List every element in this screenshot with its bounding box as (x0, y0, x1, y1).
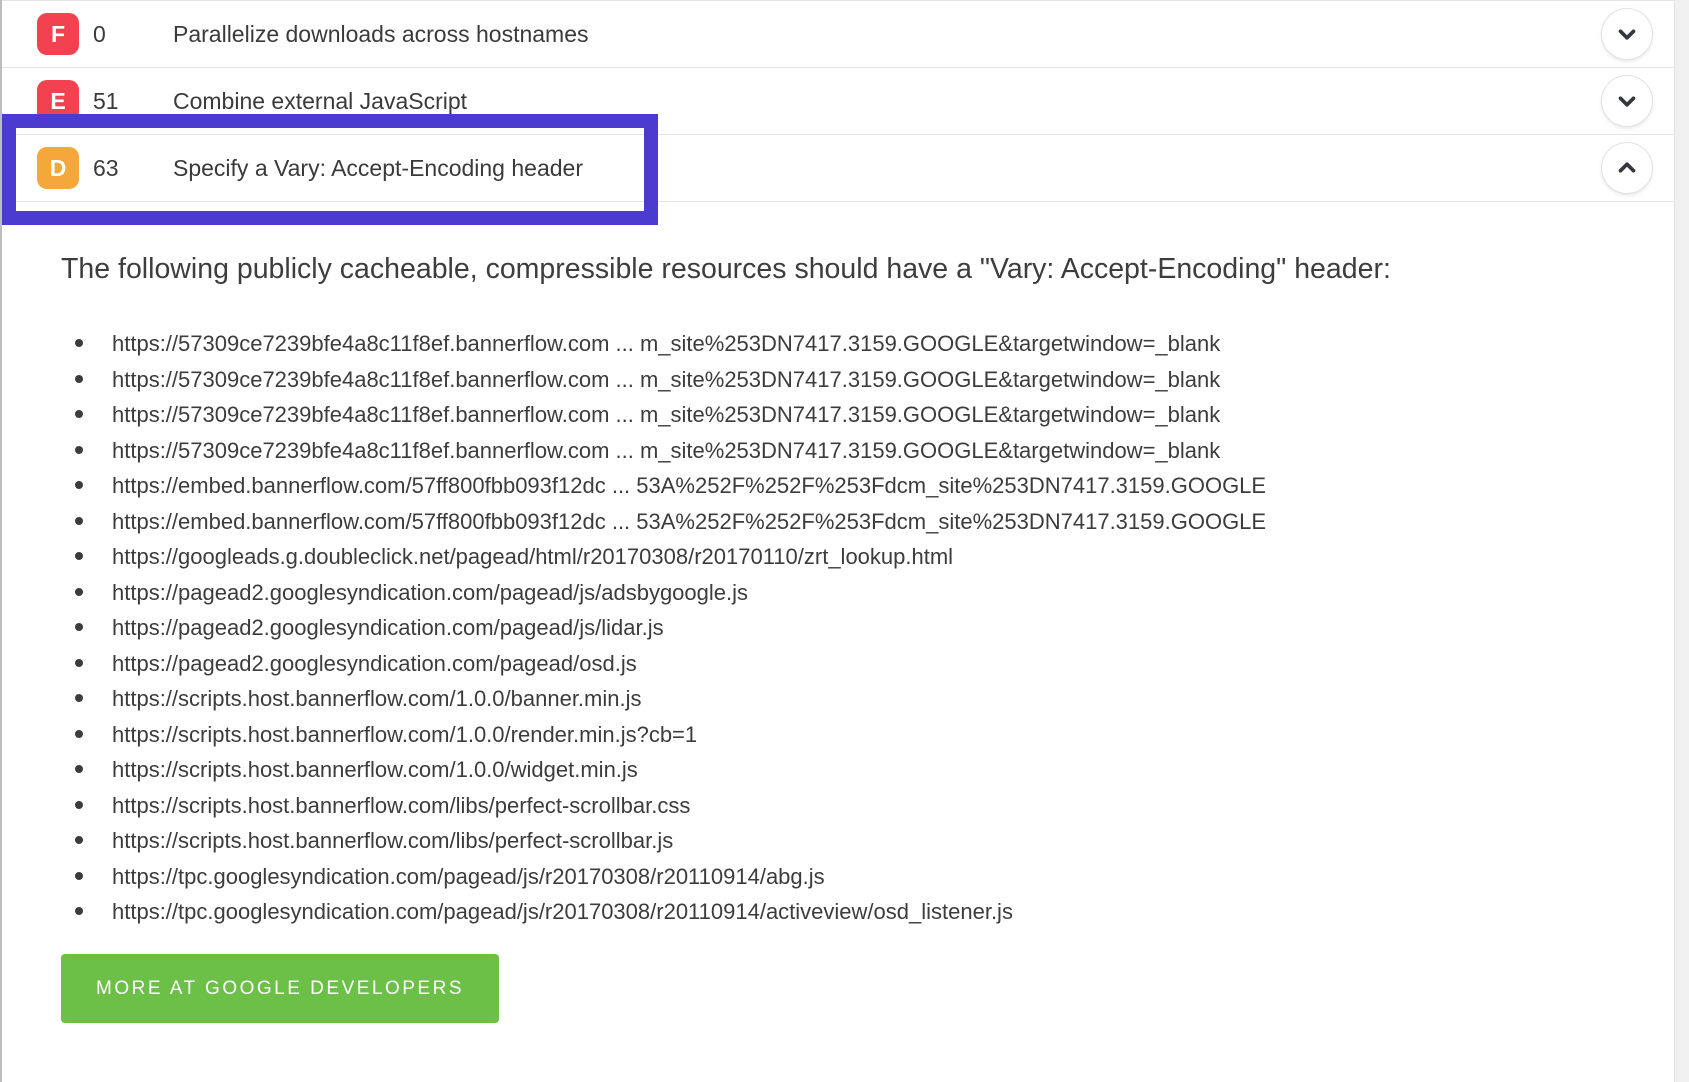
chevron-down-icon (1614, 21, 1640, 47)
grade-badge: F (37, 13, 79, 55)
more-at-google-developers-button[interactable]: MORE AT GOOGLE DEVELOPERS (61, 954, 499, 1023)
rule-row-parallelize-downloads[interactable]: F 0 Parallelize downloads across hostnam… (0, 1, 1689, 68)
resource-item: https://scripts.host.bannerflow.com/1.0.… (61, 752, 1619, 788)
resource-item: https://57309ce7239bfe4a8c11f8ef.bannerf… (61, 326, 1619, 362)
rule-label: Parallelize downloads across hostnames (173, 21, 589, 48)
resource-item: https://57309ce7239bfe4a8c11f8ef.bannerf… (61, 362, 1619, 398)
resource-item: https://embed.bannerflow.com/57ff800fbb0… (61, 468, 1619, 504)
resource-item: https://scripts.host.bannerflow.com/1.0.… (61, 717, 1619, 753)
collapse-toggle-button[interactable] (1601, 142, 1653, 194)
rule-score: 51 (93, 88, 151, 115)
resource-item: https://scripts.host.bannerflow.com/libs… (61, 788, 1619, 824)
rule-detail-panel: The following publicly cacheable, compre… (0, 246, 1689, 1023)
resource-item: https://scripts.host.bannerflow.com/1.0.… (61, 681, 1619, 717)
resource-item: https://pagead2.googlesyndication.com/pa… (61, 575, 1619, 611)
resource-item: https://tpc.googlesyndication.com/pagead… (61, 894, 1619, 930)
resource-item: https://googleads.g.doubleclick.net/page… (61, 539, 1619, 575)
resource-item: https://scripts.host.bannerflow.com/libs… (61, 823, 1619, 859)
chevron-up-icon (1614, 155, 1640, 181)
rule-row-combine-external-javascript[interactable]: E 51 Combine external JavaScript (0, 68, 1689, 135)
rule-row-specify-vary-accept-encoding[interactable]: D 63 Specify a Vary: Accept-Encoding hea… (0, 135, 1689, 202)
detail-intro-text: The following publicly cacheable, compre… (61, 246, 1491, 292)
page-right-gutter (1674, 0, 1689, 1082)
resource-item: https://pagead2.googlesyndication.com/pa… (61, 646, 1619, 682)
rule-score: 63 (93, 155, 151, 182)
rule-score: 0 (93, 21, 151, 48)
expand-toggle-button[interactable] (1601, 8, 1653, 60)
page: F 0 Parallelize downloads across hostnam… (0, 0, 1689, 1023)
chevron-down-icon (1614, 88, 1640, 114)
rule-label: Combine external JavaScript (173, 88, 467, 115)
resource-item: https://pagead2.googlesyndication.com/pa… (61, 610, 1619, 646)
grade-badge: E (37, 80, 79, 122)
resource-item: https://57309ce7239bfe4a8c11f8ef.bannerf… (61, 397, 1619, 433)
resource-item: https://tpc.googlesyndication.com/pagead… (61, 859, 1619, 895)
resource-list: https://57309ce7239bfe4a8c11f8ef.bannerf… (61, 326, 1619, 930)
resource-item: https://57309ce7239bfe4a8c11f8ef.bannerf… (61, 433, 1619, 469)
recommendations-list: F 0 Parallelize downloads across hostnam… (0, 0, 1689, 202)
grade-badge: D (37, 147, 79, 189)
resource-item: https://embed.bannerflow.com/57ff800fbb0… (61, 504, 1619, 540)
rule-label: Specify a Vary: Accept-Encoding header (173, 155, 583, 182)
expand-toggle-button[interactable] (1601, 75, 1653, 127)
page-left-border (0, 0, 2, 1082)
